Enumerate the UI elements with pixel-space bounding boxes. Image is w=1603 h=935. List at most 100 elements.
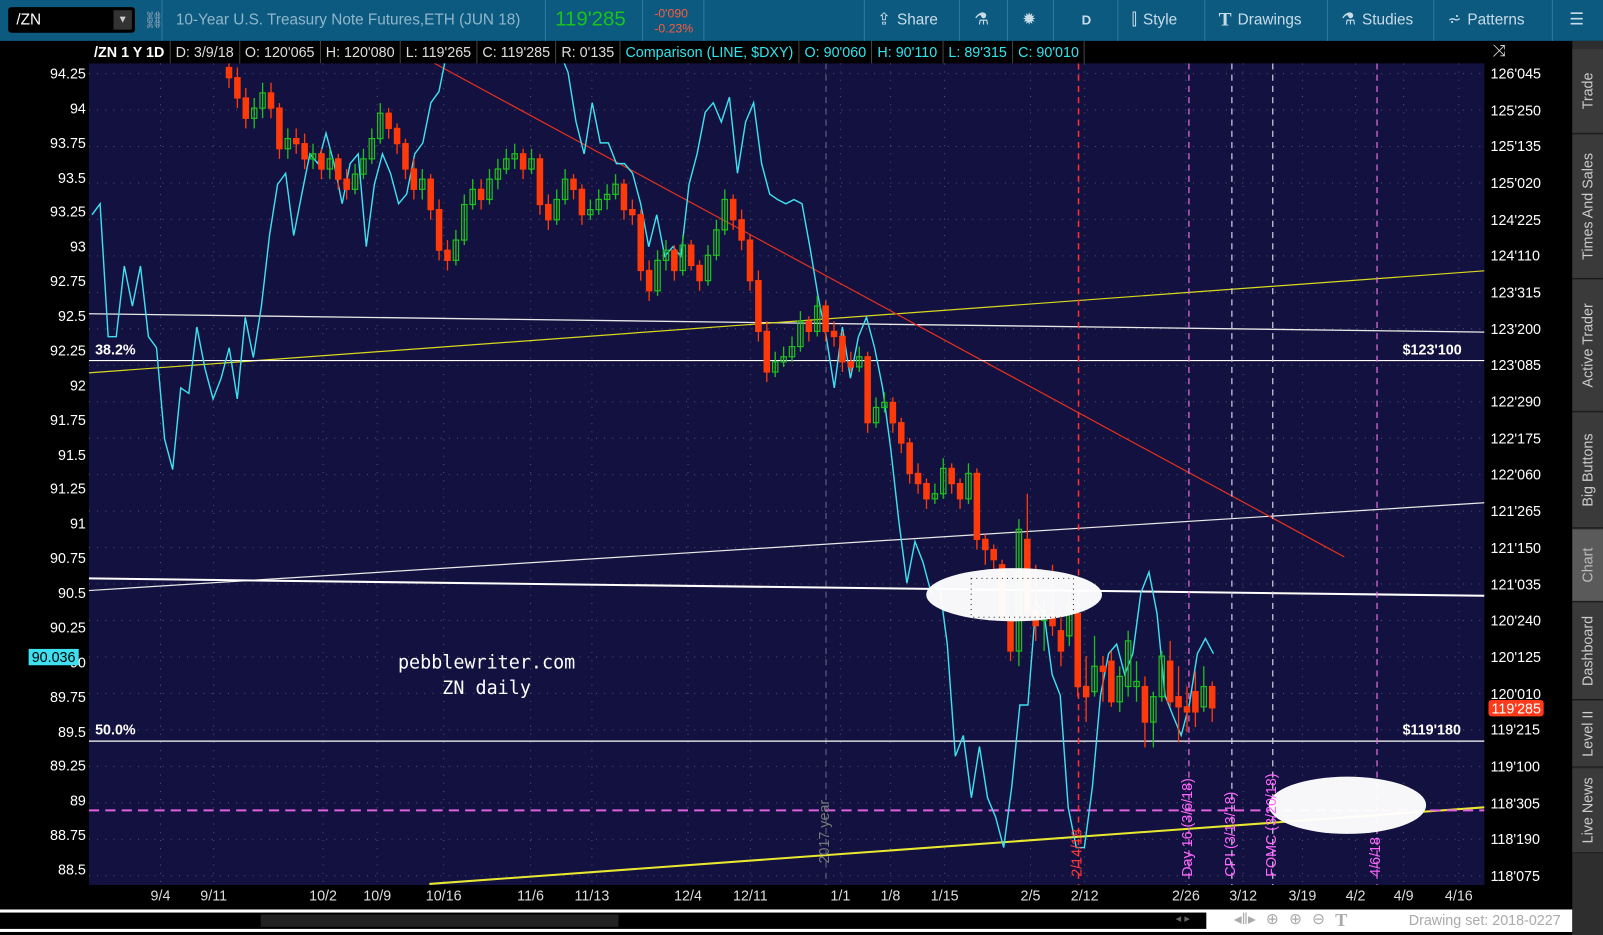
x-axis-tick: 1/1 xyxy=(830,887,851,904)
candle xyxy=(897,417,905,454)
candle xyxy=(923,478,930,509)
x-axis-tick: 11/6 xyxy=(517,887,544,904)
candle xyxy=(1108,651,1115,707)
right-axis-tick: 123'085 xyxy=(1490,357,1542,374)
candle xyxy=(830,321,838,347)
sidebar-tab-times-and-sales[interactable]: Times And Sales xyxy=(1572,134,1603,279)
candle xyxy=(242,87,250,129)
candle xyxy=(503,148,510,175)
candle xyxy=(578,184,586,225)
text-t-icon[interactable]: T xyxy=(1335,909,1347,930)
candle-body xyxy=(889,401,897,424)
sidebar-tab-big-buttons[interactable]: Big Buttons xyxy=(1572,412,1603,529)
right-axis-tick: 119'100 xyxy=(1490,758,1540,775)
candle xyxy=(906,437,913,484)
candle xyxy=(528,148,535,175)
candle-body xyxy=(393,127,401,145)
trend-line xyxy=(88,313,1485,333)
x-axis-tick: 4/16 xyxy=(1444,887,1473,904)
right-axis-tick: 120'240 xyxy=(1490,612,1542,629)
candle xyxy=(1150,691,1157,748)
candle xyxy=(334,153,342,190)
right-axis-tick: 122'290 xyxy=(1490,393,1542,410)
candle-body xyxy=(444,249,451,261)
candle xyxy=(855,346,863,372)
sidebar-tab-chart[interactable]: Chart xyxy=(1572,529,1603,602)
left-axis-tick: 89.5 xyxy=(58,723,86,740)
candle-body xyxy=(906,442,913,475)
candle xyxy=(1200,666,1208,712)
left-axis-tick: 90.5 xyxy=(58,584,86,601)
zoom-in-icon[interactable]: ⊕ xyxy=(1289,909,1302,930)
candle xyxy=(956,478,964,509)
candle xyxy=(536,153,544,215)
candle-body xyxy=(334,158,342,180)
candle-body xyxy=(637,214,645,272)
right-axis-tick: 121'035 xyxy=(1490,575,1542,593)
candle xyxy=(1082,656,1090,723)
candle-body xyxy=(385,112,392,130)
candle xyxy=(402,138,409,180)
event-marker-label: 4/6/18 xyxy=(1366,837,1384,877)
sidebar-tab-trade[interactable]: Trade xyxy=(1572,49,1603,134)
scroll-arrows[interactable]: ◂ ▸ xyxy=(1176,912,1190,925)
candle-body xyxy=(410,168,418,190)
left-axis-tick: 90.25 xyxy=(50,619,86,636)
x-axis-tick: 10/16 xyxy=(425,887,462,904)
left-axis-tick: 93.25 xyxy=(50,203,86,221)
x-axis-tick: 12/11 xyxy=(732,887,768,904)
sidebar-tab-label: Level II xyxy=(1579,710,1596,757)
candle xyxy=(318,148,325,180)
candle-body xyxy=(536,158,544,206)
candle-body xyxy=(763,330,771,373)
x-axis-tick: 2/5 xyxy=(1020,887,1041,904)
candle xyxy=(612,174,619,200)
sidebar-tab-label: Dashboard xyxy=(1579,615,1596,686)
candle xyxy=(292,128,300,154)
candle-body xyxy=(1057,630,1065,652)
left-axis-tick: 92.5 xyxy=(58,307,86,325)
candle xyxy=(385,108,392,139)
pan-icon[interactable]: ◂‖▸ xyxy=(1234,909,1256,930)
candle-body xyxy=(822,305,829,332)
candle-body xyxy=(343,178,350,190)
right-axis-tick: 118'190 xyxy=(1490,831,1540,848)
zoom-out-icon[interactable]: ⊖ xyxy=(1312,909,1325,930)
candle xyxy=(250,97,258,129)
candle-body xyxy=(234,77,241,99)
left-axis-tick: 93 xyxy=(69,238,86,255)
candle-body xyxy=(402,143,409,170)
candle-body xyxy=(267,92,275,109)
left-axis-tick: 94 xyxy=(69,100,86,117)
candle xyxy=(982,534,989,565)
scrollbar-thumb[interactable] xyxy=(260,914,619,927)
sidebar-tab-level-ii[interactable]: Level II xyxy=(1572,701,1603,768)
candle xyxy=(494,158,502,190)
candle-body xyxy=(570,178,577,190)
candle-body xyxy=(477,188,485,201)
x-axis-tick: 9/11 xyxy=(200,887,228,904)
candle xyxy=(1007,615,1014,662)
candle-body xyxy=(1074,612,1082,688)
candle xyxy=(376,103,384,144)
candle xyxy=(973,468,981,550)
crosshair-icon[interactable]: ⊕ xyxy=(1266,909,1279,930)
sidebar-tab-active-trader[interactable]: Active Trader xyxy=(1572,280,1603,412)
left-axis-tick: 91.25 xyxy=(50,480,86,498)
candle xyxy=(637,209,645,281)
candle xyxy=(620,179,628,220)
left-axis-tick: 89 xyxy=(69,792,86,809)
drawing-set-selector[interactable]: Drawing set: 2018-0227 xyxy=(1409,912,1561,928)
candle-body xyxy=(578,188,586,216)
right-axis-tick: 122'060 xyxy=(1490,466,1542,483)
right-axis-tick: 118'075 xyxy=(1490,867,1540,884)
sidebar-tab-live-news[interactable]: Live News xyxy=(1572,768,1603,854)
candle xyxy=(452,229,460,266)
fib-price-label: $119'180 xyxy=(1402,721,1461,739)
candle xyxy=(545,194,552,230)
candle xyxy=(629,199,636,225)
right-axis-tick: 121'150 xyxy=(1490,539,1542,556)
left-axis-tick: 92.25 xyxy=(50,342,86,359)
sidebar-tab-dashboard[interactable]: Dashboard xyxy=(1572,602,1603,701)
candle-body xyxy=(1141,685,1149,723)
